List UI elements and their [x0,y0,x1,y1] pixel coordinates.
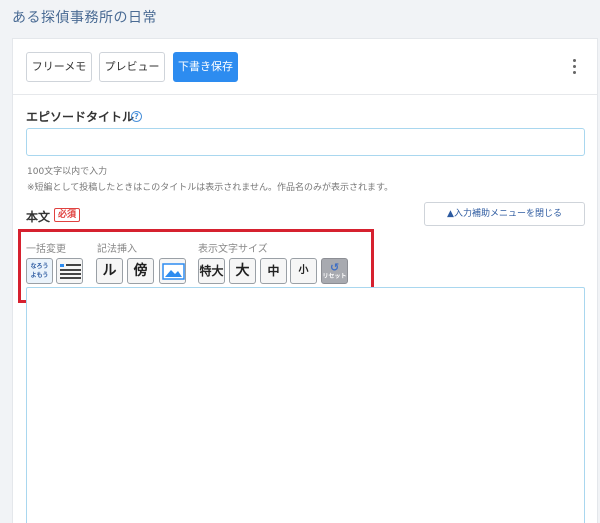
image-insert-button[interactable] [159,258,186,284]
title-shortstory-note: ※短編として投稿したときはこのタイトルは表示されません。作品名のみが表示されます… [27,183,394,193]
episode-title-input[interactable] [26,128,585,156]
bulk-change-label: 一括変更 [26,244,66,255]
ruby-insert-button[interactable]: ルビ [96,258,123,284]
size-s-label: 小 [298,265,309,276]
size-m-label: 中 [267,264,280,278]
body-textarea[interactable] [26,287,585,523]
close-assist-menu-button[interactable]: ▲入力補助メニューを閉じる [424,202,585,226]
emphasis-dots-button[interactable]: 傍点 [127,258,154,284]
narou-label: なろう [30,263,49,270]
font-size-label: 表示文字サイズ [198,244,268,255]
editor-toolbar: フリーメモ プレビュー 下書き保存 [13,39,597,95]
more-menu-icon[interactable] [573,59,577,75]
emphasis-label: 傍点 [133,263,148,279]
size-xl-label: 特大 [199,264,224,278]
reset-label: リセット [322,273,347,280]
page-title: ある探偵事務所の日常 [12,10,157,26]
body-label: 本文 [26,210,51,224]
required-badge: 必須 [54,208,81,222]
free-memo-button[interactable]: フリーメモ [26,52,92,82]
indent-lines-button[interactable] [56,258,83,284]
ruby-label: ルビ [102,263,117,279]
preview-button[interactable]: プレビュー [99,52,165,82]
narou-yomou-convert-button[interactable]: なろう よもう [26,258,53,284]
save-draft-button[interactable]: 下書き保存 [173,52,238,82]
image-icon [162,263,185,280]
editor-panel: フリーメモ プレビュー 下書き保存 エピソードタイトル ? 100文字以内で入力… [12,38,598,523]
font-size-xl-button[interactable]: 特大 [198,258,225,284]
font-size-reset-button[interactable]: ↺ リセット [321,258,348,284]
reset-icon: ↺ [330,261,340,274]
font-size-l-button[interactable]: 大 [229,258,256,284]
episode-title-label: エピソードタイトル [26,110,135,124]
size-l-label: 大 [235,263,250,279]
notation-insert-label: 記法挿入 [97,244,137,255]
title-length-note: 100文字以内で入力 [27,167,108,177]
indent-lines-icon [60,264,81,279]
font-size-s-button[interactable]: 小 [290,258,317,284]
font-size-m-button[interactable]: 中 [260,258,287,284]
help-icon[interactable]: ? [131,111,142,122]
yomou-label: よもう [30,272,49,279]
